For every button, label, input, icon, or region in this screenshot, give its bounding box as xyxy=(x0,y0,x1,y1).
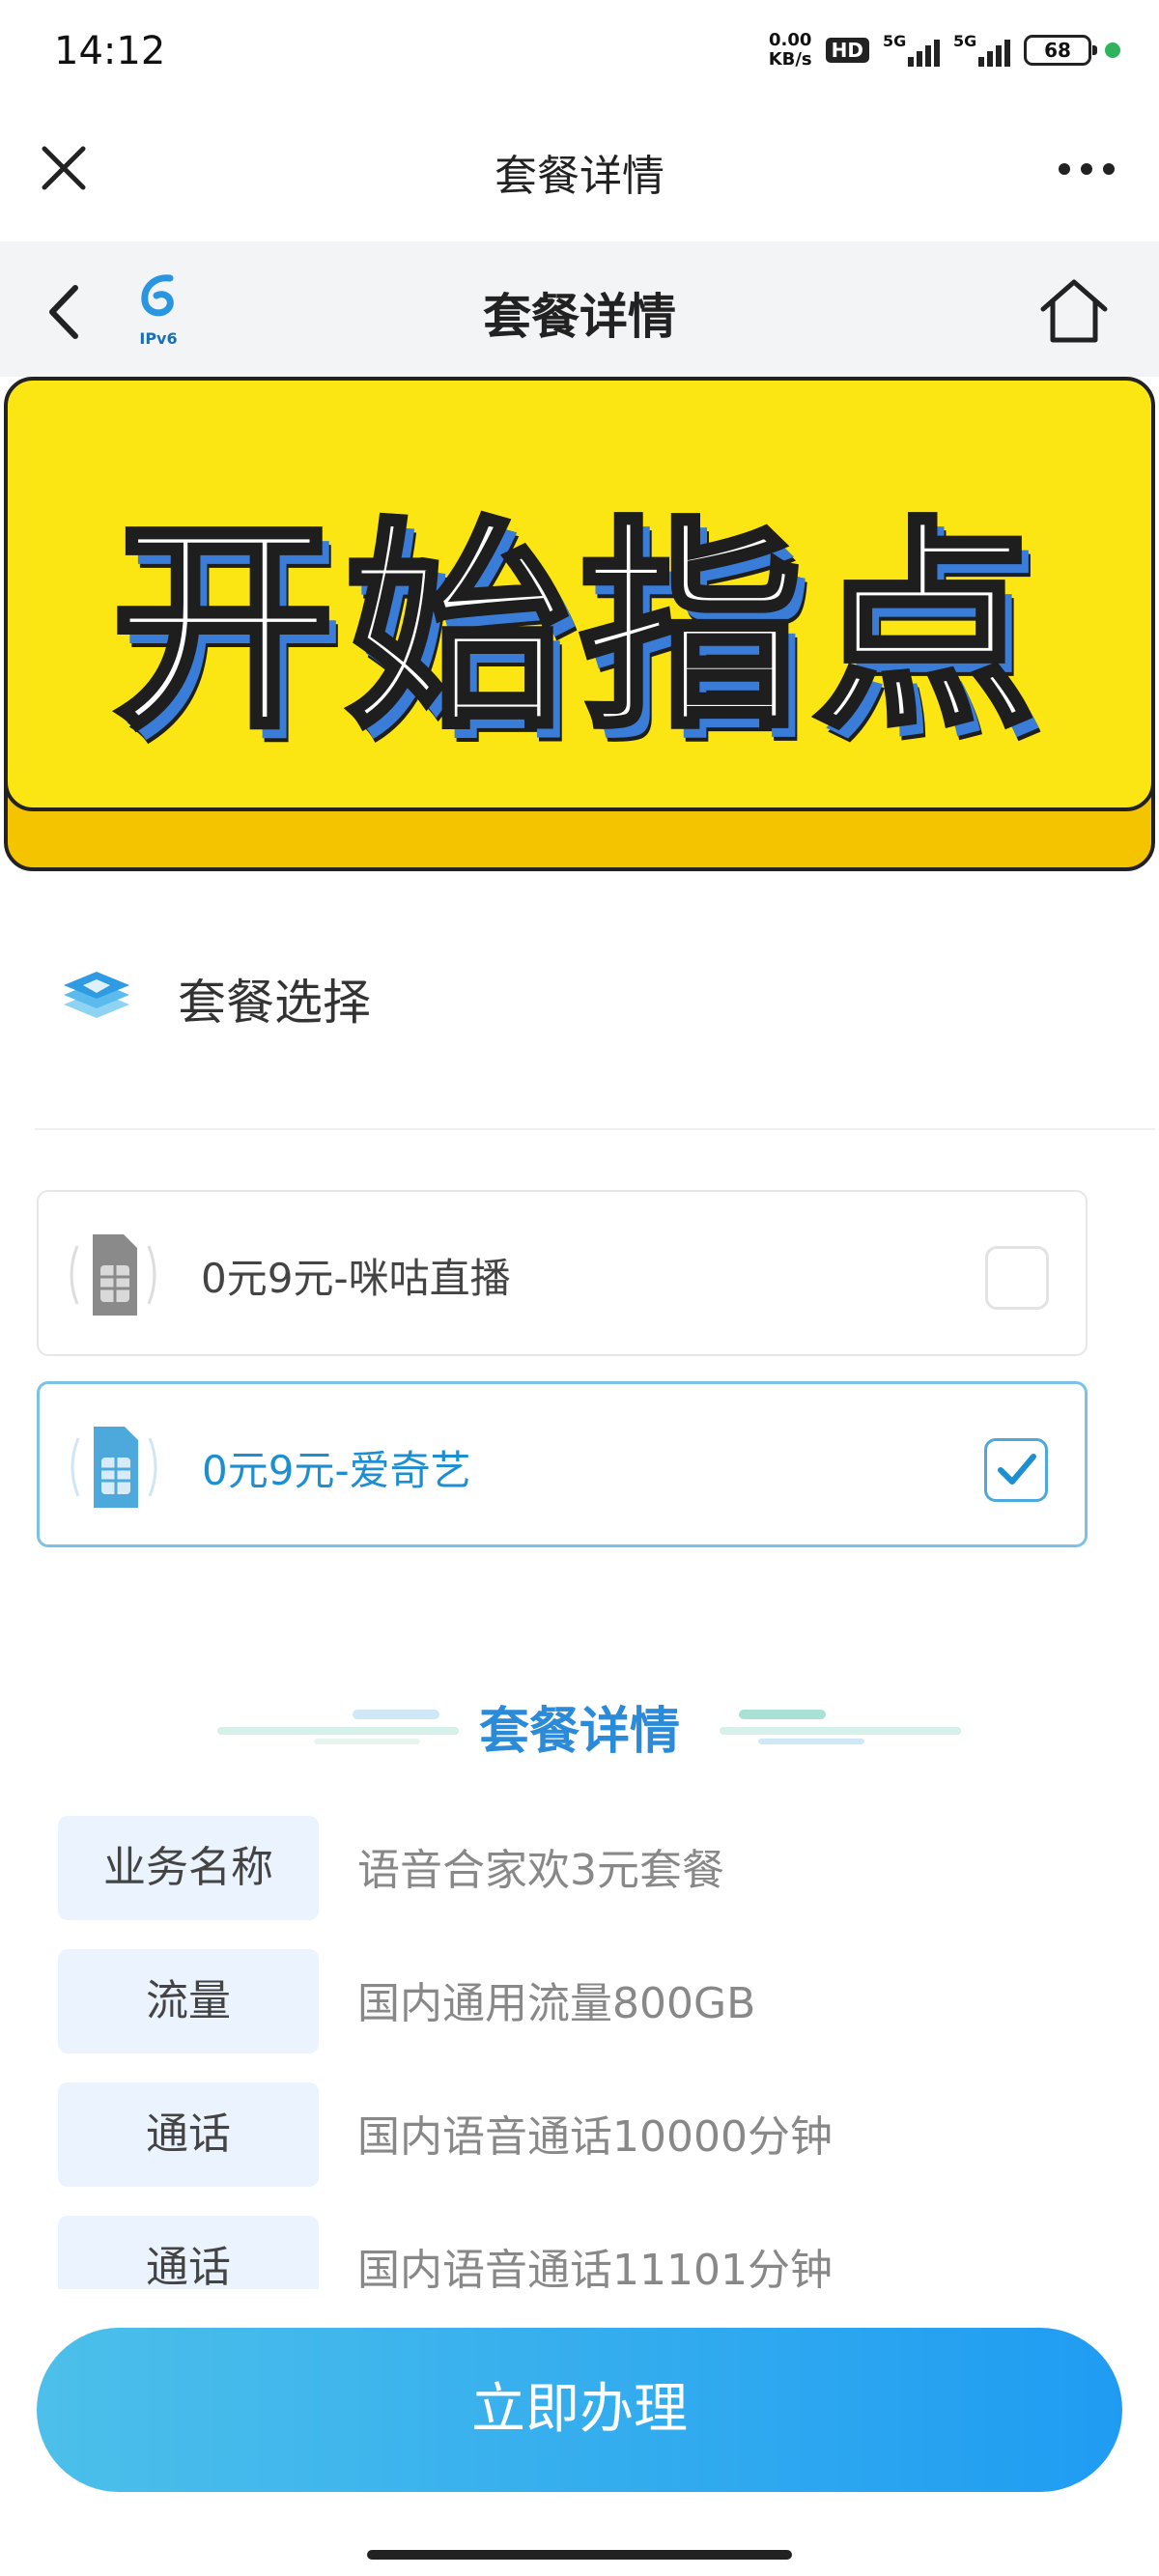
detail-row: 流量 国内通用流量800GB xyxy=(58,1949,1120,2053)
status-bar: 14:12 0.00 KB/s HD 5G 5G 68 xyxy=(0,0,1159,106)
sim-card-icon xyxy=(60,1227,166,1323)
details-title: 套餐详情 xyxy=(478,1703,680,1761)
signal-icon: 5G xyxy=(953,32,1010,67)
page-header: IPv6 套餐详情 xyxy=(0,241,1159,377)
more-icon[interactable] xyxy=(1053,145,1120,193)
plan-select-title: 套餐选择 xyxy=(178,975,371,1031)
battery-icon: 68 xyxy=(1024,35,1097,66)
detail-row: 通话 国内语音通话11101分钟 xyxy=(58,2216,1120,2289)
net-speed-value: 0.00 xyxy=(768,30,812,50)
plan-option[interactable]: 0元9元-咪咕直播 xyxy=(37,1190,1088,1356)
plan-select-header: 套餐选择 xyxy=(39,927,1120,1053)
mini-nav-title: 套餐详情 xyxy=(495,152,664,201)
detail-value: 语音合家欢3元套餐 xyxy=(357,1846,724,1895)
status-time: 14:12 xyxy=(54,29,166,73)
net-speed-unit: KB/s xyxy=(768,49,812,70)
sim-card-icon xyxy=(61,1419,167,1515)
decorative-lines-icon xyxy=(720,1710,961,1744)
detail-value: 国内语音通话10000分钟 xyxy=(357,2112,833,2162)
detail-row: 业务名称 语音合家欢3元套餐 xyxy=(58,1816,1120,1920)
status-indicators: 0.00 KB/s HD 5G 5G 68 xyxy=(769,31,1120,70)
signal-icon: 5G xyxy=(883,32,940,67)
plan-option-label: 0元9元-爱奇艺 xyxy=(202,1447,471,1494)
page-title: 套餐详情 xyxy=(483,289,676,345)
plan-checkbox-checked[interactable] xyxy=(984,1438,1048,1502)
net-speed: 0.00 KB/s xyxy=(769,31,812,70)
detail-row: 通话 国内语音通话10000分钟 xyxy=(58,2082,1120,2187)
promo-banner: 开始指点 xyxy=(0,377,1159,879)
home-indicator[interactable] xyxy=(367,2550,792,2560)
detail-key: 流量 xyxy=(58,1949,319,2053)
privacy-dot-icon xyxy=(1105,42,1120,58)
detail-value: 国内通用流量800GB xyxy=(357,1979,756,2028)
apply-now-button[interactable]: 立即办理 xyxy=(37,2328,1122,2492)
details-header: 套餐详情 xyxy=(0,1671,1159,1777)
detail-key: 通话 xyxy=(58,2216,319,2289)
details-list[interactable]: 业务名称 语音合家欢3元套餐 流量 国内通用流量800GB 通话 国内语音通话1… xyxy=(0,1816,1159,2289)
mini-program-nav: 套餐详情 xyxy=(0,106,1159,232)
plan-option[interactable]: 0元9元-爱奇艺 xyxy=(37,1381,1088,1547)
detail-value: 国内语音通话11101分钟 xyxy=(357,2246,833,2289)
signal-1-label: 5G xyxy=(883,32,907,50)
detail-key: 业务名称 xyxy=(58,1816,319,1920)
layers-icon xyxy=(60,956,133,1028)
plan-option-label: 0元9元-咪咕直播 xyxy=(201,1255,511,1302)
banner-text: 开始指点 xyxy=(109,497,1047,761)
hd-badge: HD xyxy=(825,38,869,63)
banner-front-layer: 开始指点 xyxy=(4,377,1155,811)
checkmark-icon xyxy=(998,1454,1036,1485)
divider xyxy=(35,1128,1155,1130)
home-icon[interactable] xyxy=(1037,276,1111,346)
detail-key: 通话 xyxy=(58,2082,319,2187)
signal-2-label: 5G xyxy=(953,32,977,50)
plan-checkbox[interactable] xyxy=(985,1246,1049,1310)
